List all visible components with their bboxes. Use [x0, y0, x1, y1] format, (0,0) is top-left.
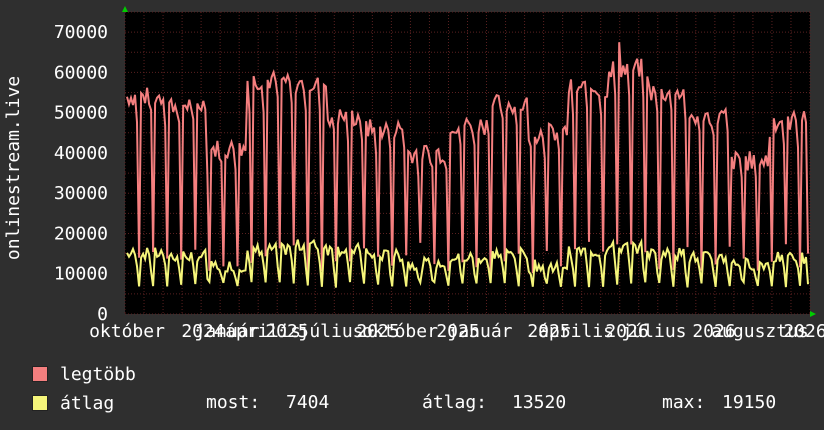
legend-avg-swatch [32, 395, 48, 411]
stat-max-label: max: [662, 392, 706, 413]
x-tick-label: október [89, 321, 165, 342]
y-tick-label: 70000 [54, 22, 108, 43]
y-tick-label: 30000 [54, 183, 108, 204]
y-tick-label: 50000 [54, 103, 108, 124]
x-axis-arrow [810, 311, 816, 317]
legend-avg: átlag [32, 392, 114, 414]
y-axis-arrow [122, 6, 128, 12]
y-tick-labels: 010000200003000040000500006000070000 [54, 22, 108, 325]
stat-now-value: 7404 [286, 392, 330, 413]
y-tick-label: 10000 [54, 264, 108, 285]
y-axis-label: onlinestream.live [3, 76, 24, 260]
x-tick-label: január [447, 321, 512, 342]
legend-max-swatch [32, 366, 48, 382]
stat-avg-value: 13520 [512, 392, 567, 413]
x-tick-label: 2026 [783, 321, 824, 342]
x-tick-label: április [538, 321, 614, 342]
stat-avg-label: átlag: [422, 392, 488, 413]
x-tick-label: július [298, 321, 363, 342]
legend-avg-label: átlag [60, 392, 115, 414]
x-tick-label: október [362, 321, 438, 342]
stat-now-label: most: [206, 392, 261, 413]
y-tick-label: 40000 [54, 143, 108, 164]
stat-max-value: 19150 [722, 392, 777, 413]
y-tick-label: 20000 [54, 223, 108, 244]
y-tick-label: 60000 [54, 62, 108, 83]
x-tick-labels: október 2024januáráprilis2025július2025ok… [89, 321, 824, 342]
x-tick-label: július [621, 321, 686, 342]
legend-max-label: legtöbb [60, 363, 136, 385]
legend-max: legtöbb [32, 363, 136, 385]
